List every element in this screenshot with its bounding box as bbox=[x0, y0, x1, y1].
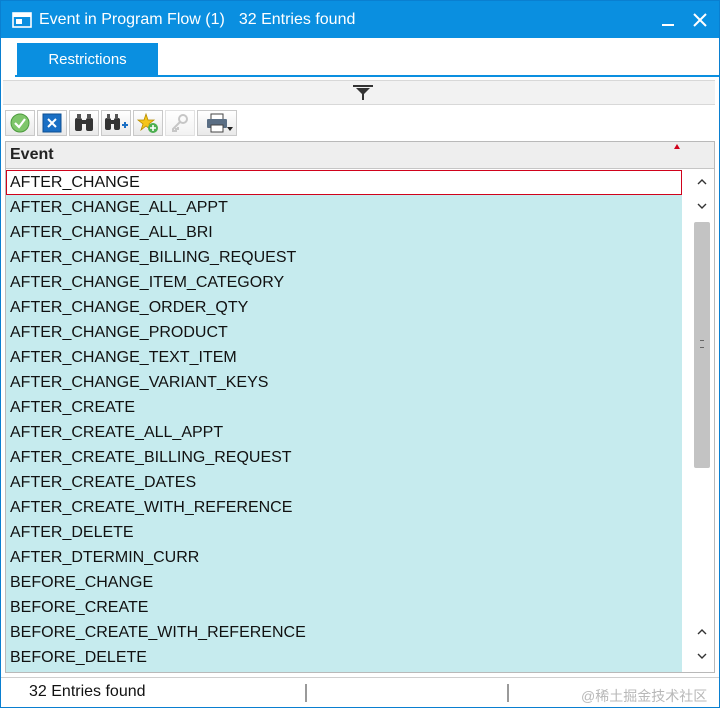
collapse-filter-icon[interactable] bbox=[351, 84, 375, 102]
table-row[interactable]: BEFORE_CREATE_WITH_REFERENCE bbox=[6, 620, 682, 645]
dialog-window: Event in Program Flow (1) 32 Entries fou… bbox=[0, 0, 720, 708]
key-icon[interactable] bbox=[165, 110, 195, 136]
binoculars-plus-icon[interactable] bbox=[101, 110, 131, 136]
status-separator bbox=[507, 684, 509, 702]
window-app-icon bbox=[11, 11, 33, 29]
table-row[interactable]: BEFORE_CHANGE bbox=[6, 570, 682, 595]
table-row[interactable]: AFTER_CHANGE_VARIANT_KEYS bbox=[6, 370, 682, 395]
watermark: @稀土掘金技术社区 bbox=[581, 688, 708, 704]
table-row[interactable]: AFTER_CREATE bbox=[6, 395, 682, 420]
status-separator bbox=[305, 684, 307, 702]
table-row[interactable]: AFTER_CREATE_ALL_APPT bbox=[6, 420, 682, 445]
restrictions-collapse-bar bbox=[3, 80, 715, 105]
minimize-icon[interactable] bbox=[657, 9, 679, 31]
table-row[interactable]: AFTER_DELETE bbox=[6, 520, 682, 545]
scroll-thumb[interactable] bbox=[694, 222, 710, 468]
table-row[interactable]: AFTER_CREATE_BILLING_REQUEST bbox=[6, 445, 682, 470]
table-row[interactable]: AFTER_CHANGE_ALL_APPT bbox=[6, 195, 682, 220]
scroll-grip-icon bbox=[700, 340, 704, 348]
table-row[interactable]: AFTER_CHANGE_TEXT_ITEM bbox=[6, 345, 682, 370]
table-row[interactable]: AFTER_CREATE_WITH_REFERENCE bbox=[6, 495, 682, 520]
title-bar[interactable]: Event in Program Flow (1) 32 Entries fou… bbox=[1, 1, 719, 38]
close-icon[interactable] bbox=[689, 9, 711, 31]
tab-strip: Restrictions bbox=[15, 43, 719, 77]
table-row[interactable]: AFTER_CHANGE_BILLING_REQUEST bbox=[6, 245, 682, 270]
scroll-down-icon[interactable] bbox=[692, 196, 712, 216]
result-rows: AFTER_CHANGE AFTER_CHANGE_ALL_APPT AFTER… bbox=[6, 170, 682, 672]
table-row[interactable]: AFTER_CREATE_DATES bbox=[6, 470, 682, 495]
scroll-down-icon[interactable] bbox=[692, 646, 712, 666]
table-row[interactable]: AFTER_DTERMIN_CURR bbox=[6, 545, 682, 570]
tab-restrictions[interactable]: Restrictions bbox=[17, 43, 158, 75]
sort-indicator-icon bbox=[674, 144, 680, 149]
table-row[interactable]: AFTER_CHANGE_PRODUCT bbox=[6, 320, 682, 345]
table-row[interactable]: BEFORE_CREATE bbox=[6, 595, 682, 620]
column-header-label: Event bbox=[10, 146, 54, 163]
table-row[interactable]: AFTER_CHANGE bbox=[6, 170, 682, 195]
title-entries-count: 32 Entries found bbox=[238, 10, 356, 28]
table-row[interactable]: AFTER_CHANGE_ITEM_CATEGORY bbox=[6, 270, 682, 295]
scroll-up-icon[interactable] bbox=[692, 172, 712, 192]
result-toolbar bbox=[5, 109, 237, 137]
scroll-up-icon[interactable] bbox=[692, 622, 712, 642]
table-row[interactable]: BEFORE_DELETE bbox=[6, 645, 682, 670]
status-text: 32 Entries found bbox=[29, 683, 146, 700]
cancel-icon[interactable] bbox=[37, 110, 67, 136]
table-row[interactable]: AFTER_CHANGE_ALL_BRI bbox=[6, 220, 682, 245]
result-list-grid: Event AFTER_CHANGE AFTER_CHANGE_ALL_APPT… bbox=[5, 141, 715, 673]
vertical-scrollbar[interactable] bbox=[690, 170, 714, 672]
binoculars-icon[interactable] bbox=[69, 110, 99, 136]
window-title: Event in Program Flow (1) bbox=[39, 10, 225, 28]
checkmark-icon[interactable] bbox=[5, 110, 35, 136]
printer-icon[interactable] bbox=[197, 110, 237, 136]
column-header-event[interactable]: Event bbox=[6, 142, 714, 169]
status-bar: 32 Entries found @稀土掘金技术社区 bbox=[1, 677, 719, 707]
star-add-icon[interactable] bbox=[133, 110, 163, 136]
printer-dropdown-icon bbox=[227, 127, 233, 131]
table-row[interactable]: AFTER_CHANGE_ORDER_QTY bbox=[6, 295, 682, 320]
